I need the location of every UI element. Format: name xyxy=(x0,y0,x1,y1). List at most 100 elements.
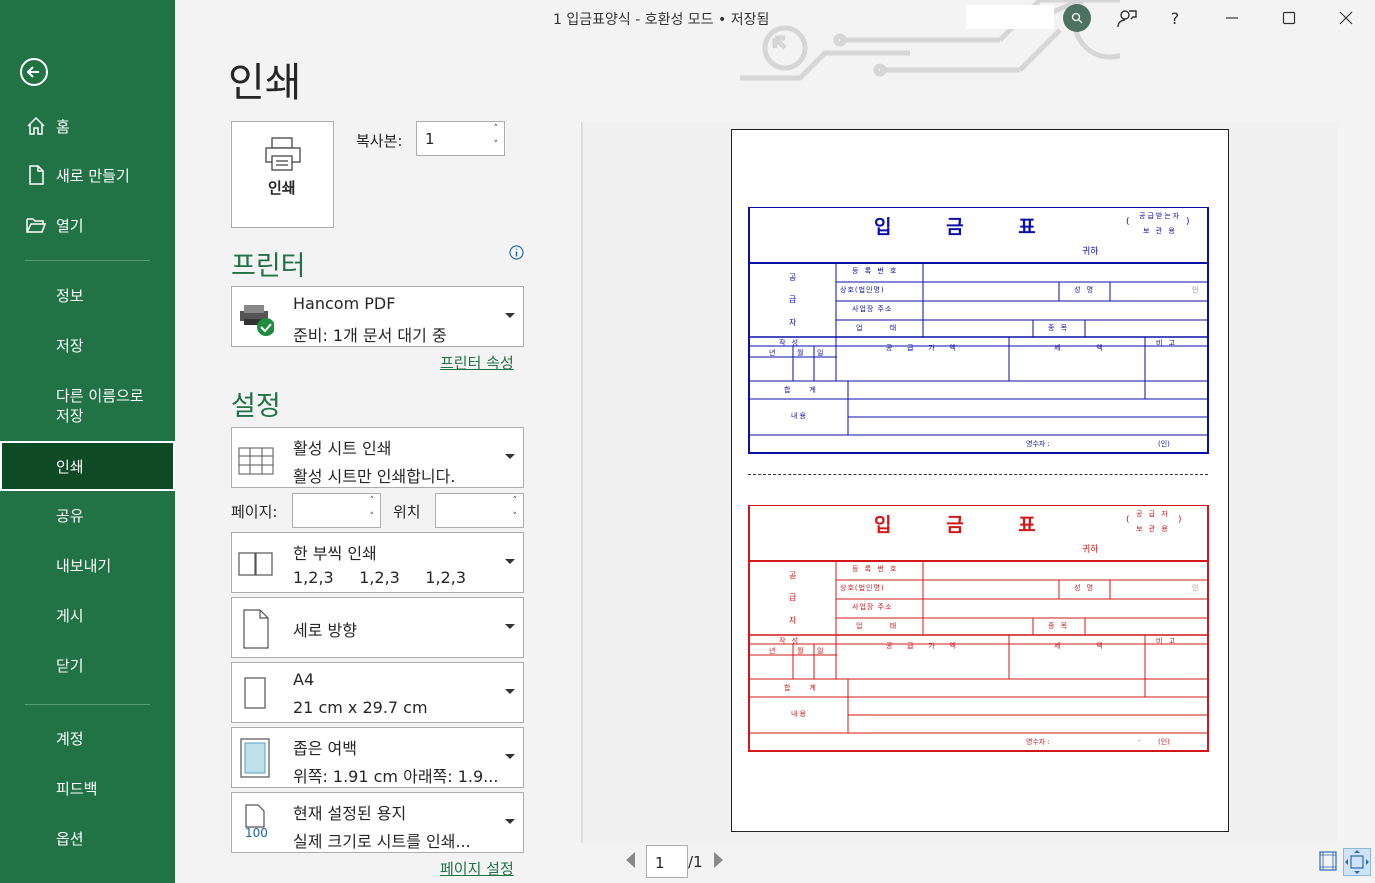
spin-down-icon[interactable]: ˅ xyxy=(513,512,518,522)
sidebar-item-label-line2: 저장 xyxy=(56,407,84,425)
person-feedback-icon xyxy=(1117,10,1137,28)
copies-spinner[interactable]: 1 ˄ ˅ xyxy=(416,121,505,156)
copy-note-line2: 보 관 용 xyxy=(1143,227,1177,235)
sidebar-item-label: 게시 xyxy=(56,606,84,625)
sheet-grid-icon xyxy=(238,447,274,475)
back-arrow-icon xyxy=(26,66,39,78)
chevron-down-icon xyxy=(505,313,515,318)
printer-name: Hancom PDF xyxy=(293,294,396,313)
back-button[interactable] xyxy=(20,58,48,86)
spin-up-icon[interactable]: ˄ xyxy=(370,496,375,506)
home-icon xyxy=(27,116,45,135)
scaling-icon-text: 100 xyxy=(245,826,268,840)
page-number-input[interactable]: 1 xyxy=(646,845,688,878)
receipt-form-red xyxy=(748,505,1209,752)
help-button[interactable]: ? xyxy=(1160,4,1190,32)
current-page-value: 1 xyxy=(655,854,665,872)
remarks-label: 비 고 xyxy=(1156,637,1178,645)
sidebar-item-save[interactable]: 저장 xyxy=(0,322,175,368)
sidebar-item-home[interactable]: 홈 xyxy=(0,103,175,149)
honorific: 귀하 xyxy=(1082,247,1099,257)
prev-page-button[interactable] xyxy=(626,852,635,868)
page-setup-link[interactable]: 페이지 설정 xyxy=(440,858,514,879)
paper-size-select[interactable]: A4 21 cm x 29.7 cm xyxy=(231,662,524,723)
spin-up-icon[interactable]: ˄ xyxy=(494,124,499,134)
business-type-label: 업 태 xyxy=(856,622,899,630)
printer-select[interactable]: Hancom PDF 준비: 1개 문서 대기 중 xyxy=(231,286,524,347)
setting-line1: 세로 방향 xyxy=(293,621,357,640)
supplier-char-2: 급 xyxy=(789,295,799,304)
remarks-label: 비 고 xyxy=(1156,339,1178,347)
backstage-sidebar: 홈 새로 만들기 열기 정보 저장 다른 이름으로 저장 인쇄 공유 내보내기 … xyxy=(0,0,175,883)
print-button[interactable]: 인쇄 xyxy=(231,121,334,228)
spin-down-icon[interactable]: ˅ xyxy=(370,512,375,522)
spin-down-icon[interactable]: ˅ xyxy=(494,140,499,150)
sidebar-item-new[interactable]: 새로 만들기 xyxy=(0,152,175,198)
month-label: 월 xyxy=(797,349,806,357)
copy-note-paren-right: ) xyxy=(1178,515,1184,525)
spin-up-icon[interactable]: ˄ xyxy=(513,496,518,506)
printer-ready-icon xyxy=(240,305,274,336)
supplier-char-1: 공 xyxy=(789,571,799,580)
sidebar-item-print[interactable]: 인쇄 xyxy=(0,441,175,491)
sidebar-item-publish[interactable]: 게시 xyxy=(0,592,175,638)
sidebar-item-open[interactable]: 열기 xyxy=(0,202,175,248)
reg-no-label: 등 록 번 호 xyxy=(852,565,899,573)
chevron-down-icon xyxy=(505,689,515,694)
setting-line2: 활성 시트만 인쇄합니다. xyxy=(293,467,456,486)
sidebar-item-label: 피드백 xyxy=(56,779,98,798)
setting-line1: 좁은 여백 xyxy=(293,739,357,758)
pages-label: 페이지: xyxy=(231,503,278,521)
chevron-down-icon xyxy=(505,624,515,629)
setting-line1: 한 부씩 인쇄 xyxy=(293,544,377,563)
profile-avatar[interactable] xyxy=(1063,4,1091,32)
minimize-button[interactable] xyxy=(1217,4,1247,32)
setting-line1: A4 xyxy=(293,670,315,689)
paper-size-icon xyxy=(244,677,266,709)
orientation-select[interactable]: 세로 방향 xyxy=(231,597,524,658)
printer-heading: 프린터 xyxy=(231,251,306,282)
year-label: 년 xyxy=(769,349,778,357)
day-label: 일 xyxy=(817,647,826,655)
sidebar-item-info[interactable]: 정보 xyxy=(0,272,175,318)
show-margins-button[interactable] xyxy=(1318,850,1340,874)
sidebar-item-account[interactable]: 계정 xyxy=(0,715,175,761)
total-label: 합 계 xyxy=(784,684,818,692)
form-title-blue: 입 금 표 xyxy=(874,216,1060,238)
maximize-button[interactable] xyxy=(1274,4,1304,32)
supplier-char-2: 급 xyxy=(789,593,799,602)
supply-amount-label: 공 급 가 액 xyxy=(886,344,958,352)
sidebar-item-close[interactable]: 닫기 xyxy=(0,642,175,688)
day-label: 일 xyxy=(817,349,826,357)
scaling-select[interactable]: 100 현재 설정된 용지 실제 크기로 시트를 인쇄... xyxy=(231,792,524,853)
sidebar-item-label: 닫기 xyxy=(56,656,84,675)
close-button[interactable] xyxy=(1331,4,1361,32)
portrait-icon xyxy=(243,609,269,649)
print-what-select[interactable]: 활성 시트 인쇄 활성 시트만 인쇄합니다. xyxy=(231,427,524,488)
zoom-to-page-button[interactable] xyxy=(1343,848,1371,876)
sidebar-item-share[interactable]: 공유 xyxy=(0,492,175,538)
collate-select[interactable]: 한 부씩 인쇄 1,2,3 1,2,3 1,2,3 xyxy=(231,532,524,593)
tax-label: 세 액 xyxy=(1054,642,1105,650)
setting-line1: 활성 시트 인쇄 xyxy=(293,439,392,458)
honorific: 귀하 xyxy=(1082,545,1099,555)
coauthor-button[interactable] xyxy=(1112,4,1142,32)
printer-properties-link[interactable]: 프린터 속성 xyxy=(440,352,514,373)
sidebar-item-label: 열기 xyxy=(56,216,84,235)
tax-label: 세 액 xyxy=(1054,344,1105,352)
info-icon[interactable] xyxy=(509,245,524,260)
sidebar-item-label: 새로 만들기 xyxy=(56,166,130,185)
sidebar-item-export[interactable]: 내보내기 xyxy=(0,542,175,588)
name-label: 성 명 xyxy=(1074,584,1096,592)
next-page-button[interactable] xyxy=(714,852,723,868)
sidebar-item-save-as[interactable]: 다른 이름으로 저장 xyxy=(0,382,175,428)
pages-from-spinner[interactable]: ˄ ˅ xyxy=(292,493,381,528)
copy-note-line1: 공급받는자 xyxy=(1139,212,1182,220)
margins-select[interactable]: 좁은 여백 위쪽: 1.91 cm 아래쪽: 1.9... xyxy=(231,727,524,788)
title-search-box[interactable] xyxy=(966,5,1054,29)
sidebar-item-feedback[interactable]: 피드백 xyxy=(0,765,175,811)
total-label: 합 계 xyxy=(784,386,818,394)
sidebar-item-options[interactable]: 옵션 xyxy=(0,815,175,861)
pages-to-spinner[interactable]: ˄ ˅ xyxy=(435,493,524,528)
margins-icon xyxy=(240,738,270,778)
